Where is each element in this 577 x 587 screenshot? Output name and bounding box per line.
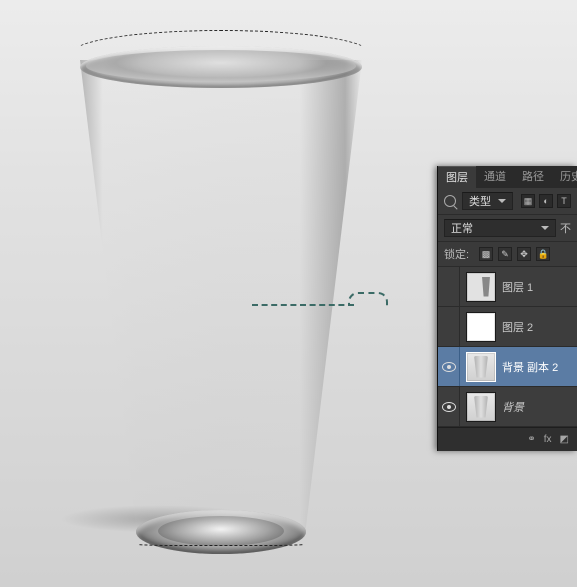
panel-footer: ⚭ fx ◩ [438,427,577,451]
filter-adjust-icon[interactable]: ◐ [539,194,553,208]
link-layers-icon[interactable]: ⚭ [527,434,535,445]
blend-mode-dropdown[interactable]: 正常 [444,219,556,237]
lock-position-icon[interactable]: ✥ [517,247,531,261]
layer-name[interactable]: 图层 2 [502,319,573,335]
filter-row: 类型 ▦ ◐ T [438,188,577,215]
tab-channels[interactable]: 通道 [476,166,514,188]
layer-list: 图层 1 图层 2 背景 副本 2 背景 [438,267,577,427]
layer-thumbnail[interactable] [466,312,496,342]
layer-thumbnail[interactable] [466,352,496,382]
blend-row: 正常 不 [438,215,577,242]
visibility-toggle[interactable] [438,307,460,346]
tab-layers[interactable]: 图层 [438,166,476,188]
layer-row[interactable]: 背景 [438,387,577,427]
filter-type-icon[interactable]: T [557,194,571,208]
lock-transparent-icon[interactable]: ▩ [479,247,493,261]
chevron-down-icon [498,199,506,203]
tab-history[interactable]: 历史记 [552,166,577,188]
visibility-toggle[interactable] [438,347,460,386]
layer-thumbnail[interactable] [466,392,496,422]
layer-thumbnail[interactable] [466,272,496,302]
eye-icon [442,362,456,372]
layer-row[interactable]: 背景 副本 2 [438,347,577,387]
layer-name[interactable]: 图层 1 [502,279,573,295]
fx-icon[interactable]: fx [544,434,552,445]
filter-type-label: 类型 [469,193,491,209]
lock-pixels-icon[interactable]: ✎ [498,247,512,261]
visibility-toggle[interactable] [438,267,460,306]
filter-type-dropdown[interactable]: 类型 [462,192,513,210]
chevron-down-icon [541,226,549,230]
annotation-mark [252,288,392,312]
filter-pixel-icon[interactable]: ▦ [521,194,535,208]
tab-paths[interactable]: 路径 [514,166,552,188]
visibility-toggle[interactable] [438,387,460,426]
opacity-fragment: 不 [560,220,571,236]
layer-row[interactable]: 图层 2 [438,307,577,347]
layer-name[interactable]: 背景 [502,399,573,415]
lock-row: 锁定: ▩ ✎ ✥ 🔒 [438,242,577,267]
panel-tabs: 图层 通道 路径 历史记 [438,166,577,188]
lock-label: 锁定: [444,246,469,262]
eye-icon [442,402,456,412]
blend-mode-label: 正常 [451,220,473,236]
layer-row[interactable]: 图层 1 [438,267,577,307]
layers-panel: 图层 通道 路径 历史记 类型 ▦ ◐ T 正常 不 锁定: ▩ ✎ ✥ 🔒 [437,166,577,451]
layer-name[interactable]: 背景 副本 2 [502,359,573,375]
lock-all-icon[interactable]: 🔒 [536,247,550,261]
filter-icons: ▦ ◐ T [521,194,571,208]
mask-icon[interactable]: ◩ [560,434,569,445]
search-icon[interactable] [444,195,456,207]
